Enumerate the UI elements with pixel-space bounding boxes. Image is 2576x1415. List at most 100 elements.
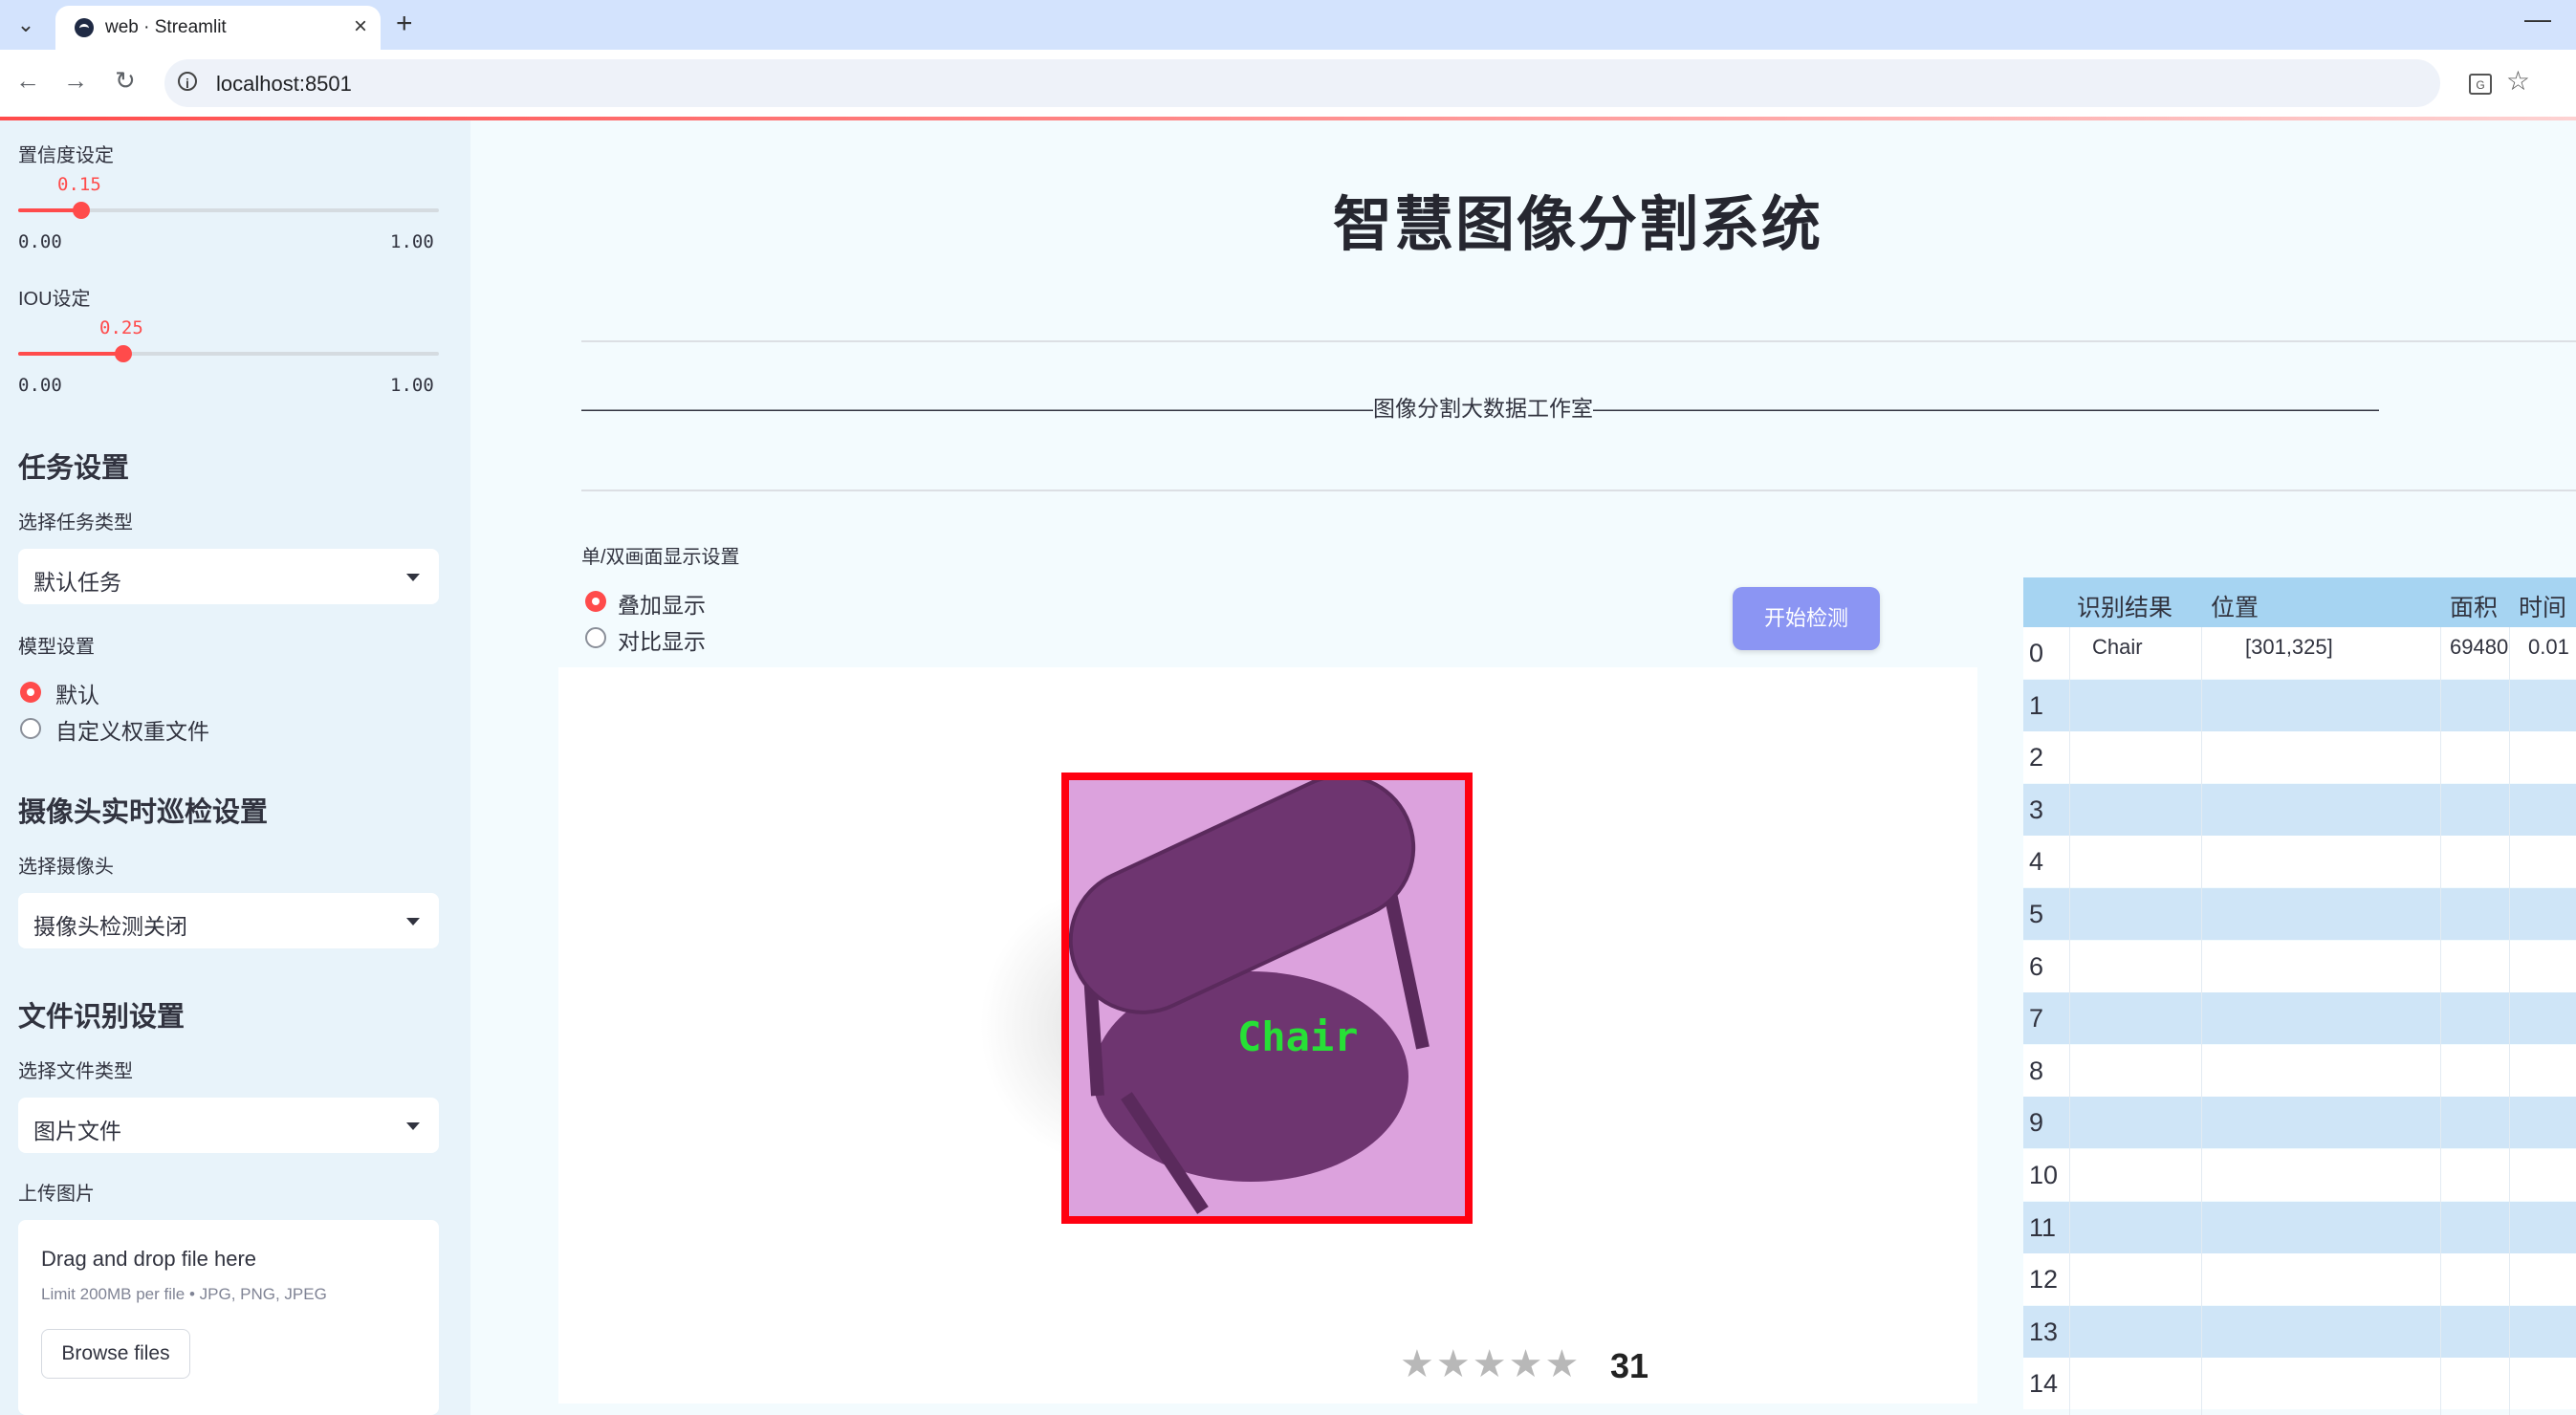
back-arrow-icon[interactable]: ←	[15, 66, 40, 96]
model-radio-default[interactable]	[20, 682, 41, 703]
confidence-max: 1.00	[390, 231, 434, 252]
iou-max: 1.00	[390, 375, 434, 396]
camera-selected: 摄像头检测关闭	[33, 914, 187, 939]
row-index: 10	[2029, 1161, 2059, 1189]
table-row[interactable]: 8	[2023, 1044, 2576, 1097]
table-row[interactable]: 7	[2023, 992, 2576, 1045]
page-title: 智慧图像分割系统	[1333, 192, 1823, 258]
rating-count: 31	[1610, 1346, 1649, 1385]
url-omnibox[interactable]: i localhost:8501	[164, 59, 2440, 107]
url-text[interactable]: localhost:8501	[216, 72, 352, 97]
window-minimize-icon[interactable]: —	[2524, 4, 2551, 34]
row-index: 0	[2029, 639, 2044, 667]
model-label: 模型设置	[18, 637, 95, 658]
cell-area: 69480	[2450, 635, 2509, 659]
iou-min: 0.00	[18, 375, 62, 396]
confidence-slider[interactable]	[18, 202, 439, 219]
task-type-select[interactable]: 默认任务	[18, 549, 439, 604]
camera-label: 选择摄像头	[18, 857, 114, 878]
display-mode-label: 单/双画面显示设置	[581, 547, 740, 568]
row-index: 8	[2029, 1056, 2044, 1085]
chair-mask-illustration	[1069, 780, 1430, 1214]
table-row[interactable]: 13	[2023, 1305, 2576, 1358]
detection-label: Chair	[1237, 1013, 1359, 1060]
table-row[interactable]: 2	[2023, 731, 2576, 784]
browse-files-button[interactable]: Browse files	[41, 1329, 190, 1379]
row-index: 12	[2029, 1265, 2059, 1295]
table-row[interactable]: 6	[2023, 940, 2576, 992]
confidence-slider-thumb[interactable]	[73, 202, 90, 219]
table-row[interactable]: 3	[2023, 783, 2576, 836]
column-header-area[interactable]: 面积	[2450, 589, 2498, 623]
address-bar: ← → ↻ i localhost:8501 G ☆	[0, 50, 2576, 117]
rating-stars-icon: ★★★★★	[1400, 1343, 1582, 1385]
confidence-value: 0.15	[57, 174, 101, 195]
row-index: 6	[2029, 951, 2044, 981]
row-index: 9	[2029, 1108, 2044, 1138]
table-row[interactable]: 0 Chair [301,325] 69480 0.01	[2023, 627, 2576, 679]
row-index: 3	[2029, 795, 2044, 824]
file-dropzone[interactable]: Drag and drop file here Limit 200MB per …	[18, 1220, 439, 1415]
display-option-compare[interactable]: 对比显示	[618, 623, 706, 656]
display-radio-compare[interactable]	[585, 627, 606, 648]
streamlit-favicon-icon	[75, 18, 94, 37]
sidebar: 置信度设定 0.15 0.00 1.00 IOU设定 0.25 0.00 1.0…	[0, 120, 470, 1415]
display-option-overlay[interactable]: 叠加显示	[618, 587, 706, 620]
table-row[interactable]: 11	[2023, 1201, 2576, 1253]
table-header: 识别结果 位置 面积 时间	[2023, 577, 2576, 627]
chevron-down-icon	[406, 574, 420, 581]
camera-select[interactable]: 摄像头检测关闭	[18, 893, 439, 948]
bookmark-star-icon[interactable]: ☆	[2506, 65, 2530, 97]
chevron-down-icon	[406, 918, 420, 925]
task-section-heading: 任务设置	[18, 453, 130, 484]
tab-title: web · Streamlit	[105, 17, 227, 37]
table-row[interactable]: 10	[2023, 1149, 2576, 1201]
row-index: 1	[2029, 690, 2044, 720]
file-type-select[interactable]: 图片文件	[18, 1098, 439, 1153]
tab-close-icon[interactable]: ×	[354, 13, 367, 40]
iou-slider-thumb[interactable]	[115, 345, 132, 362]
column-divider	[2069, 627, 2070, 1415]
table-row[interactable]: 1	[2023, 679, 2576, 731]
row-index: 14	[2029, 1369, 2059, 1399]
column-header-time[interactable]: 时间	[2519, 589, 2566, 623]
iou-slider-fill	[18, 352, 123, 356]
model-option-custom[interactable]: 自定义权重文件	[55, 713, 209, 746]
dropzone-title: Drag and drop file here	[41, 1247, 257, 1271]
browser-tab[interactable]: web · Streamlit ×	[55, 6, 381, 50]
tab-search-chevron-icon[interactable]: ⌄	[11, 11, 40, 38]
iou-value: 0.25	[99, 317, 143, 338]
table-row[interactable]: 12	[2023, 1253, 2576, 1306]
site-info-icon[interactable]: i	[178, 72, 197, 91]
model-option-default[interactable]: 默认	[55, 677, 99, 709]
file-type-label: 选择文件类型	[18, 1061, 133, 1082]
table-row[interactable]: 4	[2023, 836, 2576, 888]
display-radio-overlay[interactable]	[585, 591, 606, 612]
cell-position: [301,325]	[2245, 635, 2333, 659]
column-header-position[interactable]: 位置	[2211, 589, 2259, 623]
iou-slider[interactable]	[18, 345, 439, 362]
translate-icon[interactable]: G	[2469, 74, 2492, 95]
row-index: 7	[2029, 1004, 2044, 1034]
studio-banner: ————————————————————————————————————图像分割…	[581, 396, 2379, 421]
results-table[interactable]: 识别结果 位置 面积 时间 0 Chair [301,325] 69480 0.01 1 2…	[2023, 577, 2576, 1415]
table-row[interactable]: 5	[2023, 888, 2576, 940]
new-tab-plus-icon[interactable]: +	[396, 8, 413, 40]
model-radio-custom[interactable]	[20, 718, 41, 739]
confidence-min: 0.00	[18, 231, 62, 252]
task-type-selected: 默认任务	[33, 570, 121, 595]
column-header-result[interactable]: 识别结果	[2077, 589, 2172, 623]
upload-label: 上传图片	[18, 1184, 95, 1205]
row-index: 2	[2029, 743, 2044, 773]
reload-icon[interactable]: ↻	[115, 66, 136, 96]
dropzone-limit: Limit 200MB per file • JPG, PNG, JPEG	[41, 1285, 327, 1303]
camera-section-heading: 摄像头实时巡检设置	[18, 797, 269, 828]
file-section-heading: 文件识别设置	[18, 1002, 186, 1033]
forward-arrow-icon[interactable]: →	[63, 66, 88, 96]
start-detection-button[interactable]: 开始检测	[1733, 587, 1880, 650]
table-row[interactable]: 9	[2023, 1097, 2576, 1149]
task-type-label: 选择任务类型	[18, 512, 133, 533]
cell-result: Chair	[2092, 635, 2143, 659]
row-index: 5	[2029, 900, 2044, 928]
table-row[interactable]: 14	[2023, 1358, 2576, 1410]
